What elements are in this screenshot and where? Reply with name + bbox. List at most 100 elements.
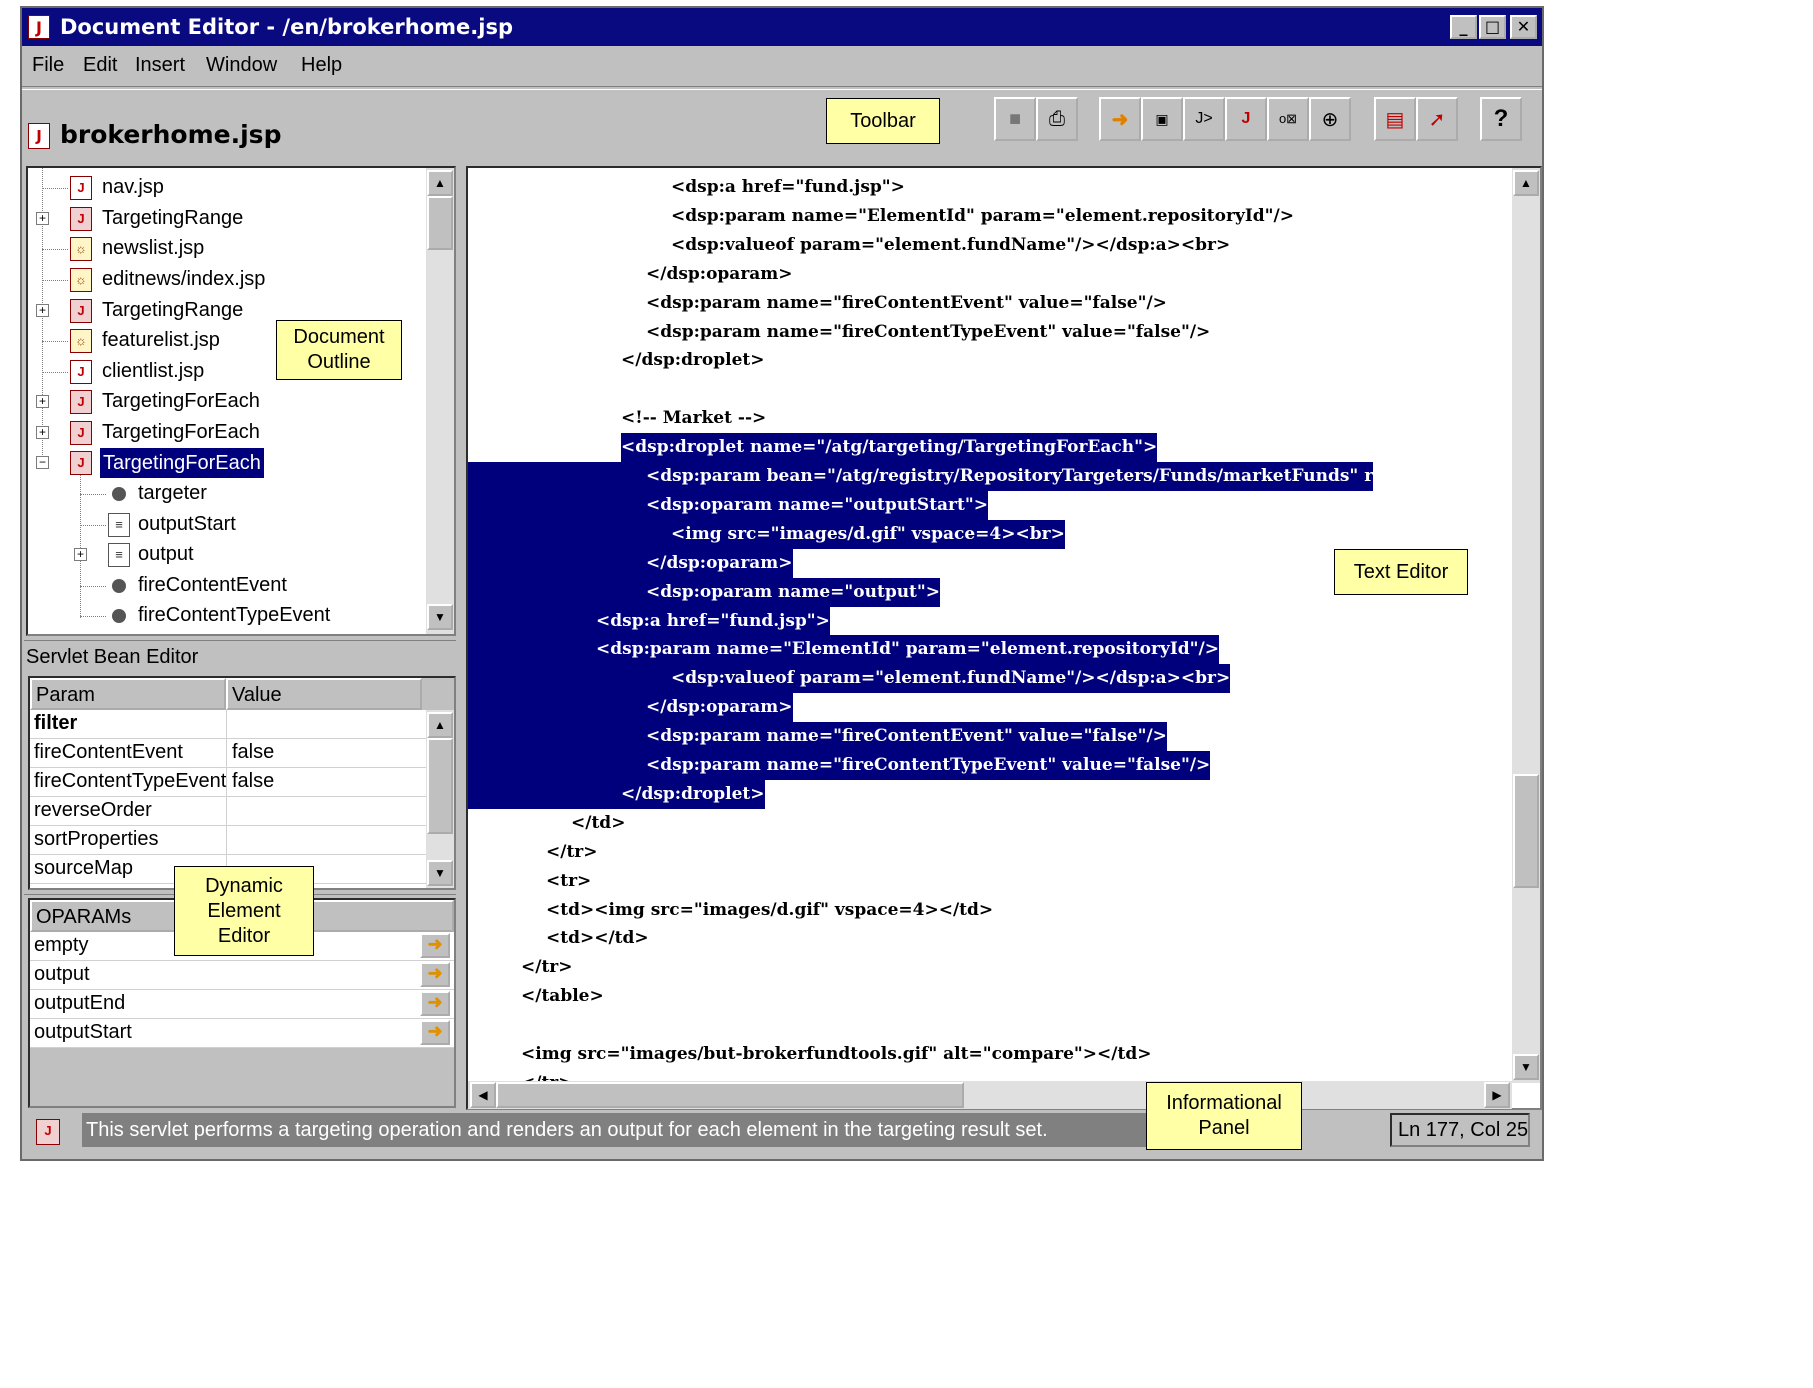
menu-window[interactable]: Window (206, 54, 277, 77)
targeting-icon: J (70, 451, 92, 475)
expand-icon[interactable]: + (36, 426, 49, 439)
value-column-header[interactable]: Value (226, 678, 422, 710)
code-area[interactable]: <dsp:a href="fund.jsp"> <dsp:param name="… (468, 168, 1516, 1081)
arrow-right-icon[interactable]: ➜ (1099, 97, 1141, 141)
collapse-icon[interactable]: − (36, 456, 49, 469)
news-jsp-icon: ☼ (70, 237, 92, 261)
editor-hscrollbar[interactable]: ◀ ▶ (468, 1081, 1512, 1109)
help-button[interactable]: ? (1480, 97, 1522, 141)
scroll-up-icon[interactable]: ▲ (427, 712, 453, 738)
code-line[interactable]: <dsp:a href="fund.jsp"> (671, 173, 905, 202)
arrow-right-icon[interactable]: ➜ (420, 962, 450, 987)
code-line[interactable]: <dsp:param name="ElementId" param="eleme… (468, 635, 1219, 665)
scroll-thumb[interactable] (427, 196, 453, 250)
arrow-right-icon[interactable]: ➜ (420, 1020, 450, 1045)
dynamic-element-editor-callout: Dynamic Element Editor (174, 866, 314, 956)
scroll-thumb[interactable] (496, 1082, 964, 1108)
table-row[interactable]: reverseOrder (30, 797, 426, 826)
arrow-right-icon[interactable]: ➜ (420, 991, 450, 1016)
code-line[interactable]: </table> (521, 982, 604, 1011)
code-line[interactable]: </dsp:droplet> (468, 779, 765, 809)
window-title: Document Editor - /en/brokerhome.jsp (60, 15, 513, 39)
code-line[interactable]: <dsp:a href="fund.jsp"> (468, 606, 830, 636)
arrow-right-icon[interactable]: ➜ (420, 933, 450, 958)
maximize-button[interactable]: □ (1479, 15, 1506, 39)
code-line[interactable]: </tr> (546, 838, 598, 867)
scroll-down-icon[interactable]: ▼ (427, 860, 453, 886)
minimize-button[interactable]: _ (1450, 15, 1477, 39)
scroll-up-icon[interactable]: ▲ (427, 170, 453, 196)
menu-separator (22, 86, 1542, 90)
jsp-file-icon: J (28, 123, 50, 149)
table-row[interactable]: filter (30, 710, 426, 739)
code-line[interactable]: <dsp:droplet name="/atg/targeting/Target… (621, 433, 1158, 463)
code-line[interactable]: <dsp:param bean="/atg/registry/Repositor… (468, 462, 1374, 491)
print-icon[interactable]: ⎙ (1036, 97, 1078, 141)
code-line[interactable]: <td></td> (546, 924, 649, 953)
code-line[interactable]: <dsp:param name="fireContentEvent" value… (468, 722, 1167, 752)
oparam-icon[interactable]: o⊠ (1267, 97, 1309, 141)
code-line[interactable]: <img src="images/d.gif" vspace=4><br> (468, 519, 1065, 549)
list-item[interactable]: outputStart ➜ (30, 1019, 454, 1048)
jsp-icon[interactable]: J (1225, 97, 1267, 141)
code-line[interactable]: <td><img src="images/d.gif" vspace=4></t… (546, 896, 993, 925)
droplet-icon[interactable]: ▣ (1141, 97, 1183, 141)
scroll-down-icon[interactable]: ▼ (427, 604, 453, 630)
menu-insert[interactable]: Insert (135, 54, 185, 77)
table-row[interactable]: fireContentEvent false (30, 739, 426, 768)
code-line[interactable]: </tr> (521, 1069, 573, 1081)
code-line[interactable]: <dsp:param name="fireContentEvent" value… (646, 289, 1167, 318)
tag-icon[interactable]: J> (1183, 97, 1225, 141)
document-outline-callout: Document Outline (276, 320, 402, 380)
code-line[interactable]: </dsp:oparam> (468, 693, 793, 723)
save-icon[interactable]: ■ (994, 97, 1036, 141)
scroll-up-icon[interactable]: ▲ (1513, 170, 1539, 196)
editor-vscrollbar[interactable]: ▲ ▼ (1512, 168, 1540, 1083)
form-icon[interactable]: ▤ (1374, 97, 1416, 141)
menu-help[interactable]: Help (301, 54, 342, 77)
bean-scrollbar[interactable]: ▲ ▼ (426, 710, 454, 888)
code-line[interactable]: <dsp:oparam name="outputStart"> (468, 490, 988, 520)
text-editor[interactable]: <dsp:a href="fund.jsp"> <dsp:param name="… (466, 166, 1542, 1110)
code-line[interactable]: </tr> (521, 953, 573, 982)
code-line[interactable]: <dsp:valueof param="element.fundName"/><… (671, 231, 1230, 260)
code-line[interactable]: </td> (571, 809, 625, 838)
code-line[interactable]: <dsp:valueof param="element.fundName"/><… (468, 664, 1231, 694)
code-line[interactable]: <img src="images/but-brokerfundtools.gif… (521, 1040, 1151, 1069)
menu-edit[interactable]: Edit (83, 54, 117, 77)
code-line[interactable]: </dsp:droplet> (621, 346, 765, 375)
targeting-icon: J (70, 390, 92, 414)
code-line[interactable]: <!-- Market --> (621, 404, 766, 433)
targeting-icon: J (70, 299, 92, 323)
title-bar[interactable]: J Document Editor - /en/brokerhome.jsp _… (22, 8, 1542, 46)
code-line[interactable]: <dsp:param name="fireContentTypeEvent" v… (468, 751, 1211, 780)
code-line[interactable]: <dsp:oparam name="output"> (468, 577, 941, 607)
expand-icon[interactable]: + (74, 548, 87, 561)
scroll-down-icon[interactable]: ▼ (1513, 1054, 1539, 1080)
expand-icon[interactable]: + (36, 395, 49, 408)
scroll-thumb[interactable] (427, 738, 453, 834)
outline-scrollbar[interactable]: ▲ ▼ (426, 168, 454, 634)
export-icon[interactable]: ➚ (1416, 97, 1458, 141)
code-line[interactable]: <dsp:param name="fireContentTypeEvent" v… (646, 318, 1210, 347)
expand-icon[interactable]: + (36, 212, 49, 225)
list-item[interactable]: output ➜ (30, 961, 454, 990)
param-column-header[interactable]: Param (30, 678, 226, 710)
code-line[interactable]: <tr> (546, 867, 591, 896)
table-row[interactable]: fireContentTypeEvent false (30, 768, 426, 797)
code-line[interactable]: <dsp:param name="ElementId" param="eleme… (671, 202, 1294, 231)
scroll-right-icon[interactable]: ▶ (1484, 1082, 1510, 1108)
menu-file[interactable]: File (32, 54, 64, 77)
code-line[interactable]: </dsp:oparam> (468, 548, 793, 578)
expand-icon[interactable]: + (36, 304, 49, 317)
code-line[interactable]: </dsp:oparam> (646, 260, 793, 289)
target-icon[interactable]: ⊕ (1309, 97, 1351, 141)
close-button[interactable]: ✕ (1510, 15, 1537, 39)
table-row[interactable]: sortProperties (30, 826, 426, 855)
news-jsp-icon: ☼ (70, 268, 92, 292)
oparam-doc-icon: ≡ (108, 543, 130, 567)
scroll-thumb[interactable] (1513, 774, 1539, 888)
scroll-left-icon[interactable]: ◀ (470, 1082, 496, 1108)
list-item[interactable]: outputEnd ➜ (30, 990, 454, 1019)
targeting-icon: J (70, 421, 92, 445)
